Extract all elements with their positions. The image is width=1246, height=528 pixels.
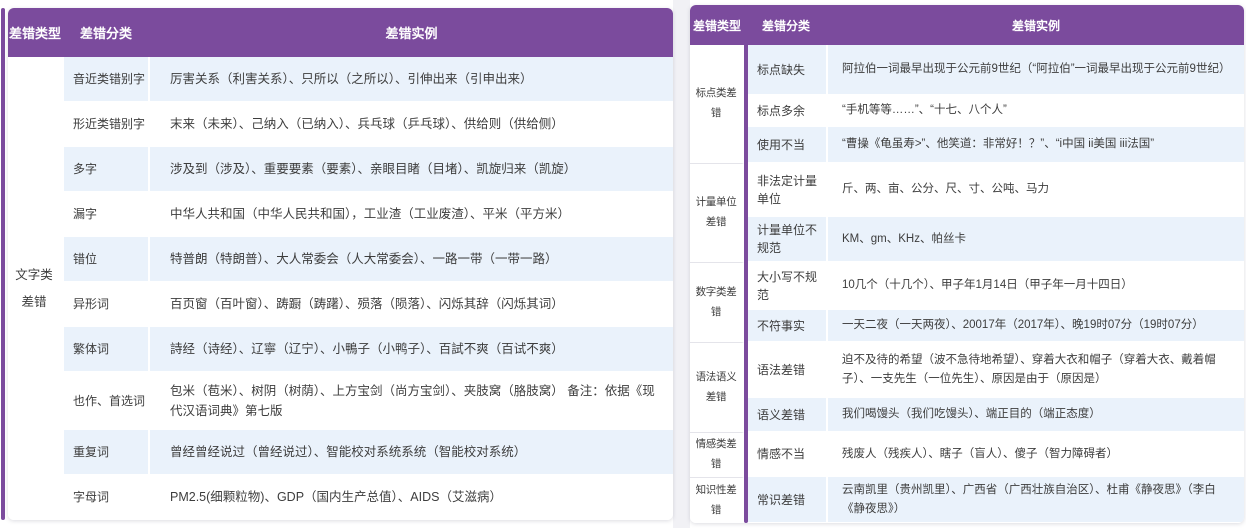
error-type-cell: 情感类差错 bbox=[690, 432, 744, 477]
table-row: 标点类差错 标点缺失 阿拉伯一词最早出现于公元前9世纪（“阿拉伯”一词最早出现于… bbox=[690, 45, 1244, 95]
left-col-header-type: 差错类型 bbox=[8, 8, 62, 57]
table-row: 不符事实 一天二夜（一天两夜）、20017年（2017年）、晚19时07分（19… bbox=[690, 310, 1244, 342]
example-cell: 曾经曾经说过（曾经说过）、智能校对系统系统（智能校对系统） bbox=[150, 430, 673, 475]
example-cell: 阿拉伯一词最早出现于公元前9世纪（“阿拉伯”一词最早出现于公元前9世纪） bbox=[828, 45, 1244, 95]
category-cell: 异形词 bbox=[62, 282, 150, 327]
example-cell: 百页窗（百叶窗）、踌蹰（踌躇）、殒落（陨落）、闪烁其辞（闪烁其词） bbox=[150, 282, 673, 327]
right-col-header-category: 差错分类 bbox=[744, 5, 828, 45]
category-cell: 多字 bbox=[62, 147, 150, 192]
left-col-header-example: 差错实例 bbox=[150, 8, 673, 57]
example-cell: 残废人（残疾人）、瞎子（盲人）、傻子（智力障碍者） bbox=[828, 432, 1244, 477]
example-cell: 涉及到（涉及）、重要要素（要素）、亲眼目睹（目堵）、凯旋归来（凯旋） bbox=[150, 147, 673, 192]
category-cell: 错位 bbox=[62, 237, 150, 282]
error-type-cell: 标点类差错 bbox=[690, 45, 744, 163]
example-cell: “手机等等……”、“十七、八个人” bbox=[828, 95, 1244, 127]
example-cell: 詩经（诗经）、辽寧（辽宁）、小鴨子（小鸭子）、百試不爽（百试不爽） bbox=[150, 327, 673, 372]
example-cell: 我们喝馒头（我们吃馒头）、端正目的（端正态度） bbox=[828, 398, 1244, 432]
right-col-header-type: 差错类型 bbox=[690, 5, 744, 45]
category-cell: 标点缺失 bbox=[744, 45, 828, 95]
category-cell: 繁体词 bbox=[62, 327, 150, 372]
table-row: 繁体词 詩经（诗经）、辽寧（辽宁）、小鴨子（小鸭子）、百試不爽（百试不爽） bbox=[8, 327, 673, 372]
error-tables-page: { "colors": { "accent_purple": "#7b4b9d"… bbox=[0, 0, 1246, 528]
category-cell: 音近类错别字 bbox=[62, 57, 150, 102]
example-cell: 斤、两、亩、公分、尺、寸、公吨、马力 bbox=[828, 163, 1244, 217]
category-cell: 也作、首选词 bbox=[62, 372, 150, 430]
table-row: 数字类差错 大小写不规范 10几个（十几个）、甲子年1月14日（甲子年一月十四日… bbox=[690, 262, 1244, 310]
error-type-cell: 语法语义差错 bbox=[690, 342, 744, 432]
error-type-cell: 计量单位差错 bbox=[690, 163, 744, 262]
table-row: 文字类差错 音近类错别字 厉害关系（利害关系）、只所以（之所以）、引伸出来（引申… bbox=[8, 57, 673, 102]
table-row: 计量单位不规范 KM、gm、KHz、帕丝卡 bbox=[690, 217, 1244, 262]
example-cell: KM、gm、KHz、帕丝卡 bbox=[828, 217, 1244, 262]
table-gap bbox=[673, 0, 690, 528]
table-row: 语义差错 我们喝馒头（我们吃馒头）、端正目的（端正态度） bbox=[690, 398, 1244, 432]
left-col-header-category: 差错分类 bbox=[62, 8, 150, 57]
example-cell: 一天二夜（一天两夜）、20017年（2017年）、晚19时07分（19时07分） bbox=[828, 310, 1244, 342]
grouped-errors-table: 差错类型 差错分类 差错实例 标点类差错 标点缺失 阿拉伯一词最早出现于公元前9… bbox=[690, 5, 1244, 523]
category-cell: 大小写不规范 bbox=[744, 262, 828, 310]
error-type-cell: 数字类差错 bbox=[690, 262, 744, 342]
example-cell: 包米（苞米）、树阴（树荫）、上方宝剑（尚方宝剑）、夹肢窝（胳肢窝） 备注：依据《… bbox=[150, 372, 673, 430]
example-cell: 迫不及待的希望（波不急待地希望）、穿着大衣和帽子（穿着大衣、戴着帽子）、一支先生… bbox=[828, 342, 1244, 398]
category-cell: 使用不当 bbox=[744, 127, 828, 163]
text-errors-table: 差错类型 差错分类 差错实例 文字类差错 音近类错别字 厉害关系（利害关系）、只… bbox=[8, 8, 673, 520]
example-cell: 10几个（十几个）、甲子年1月14日（甲子年一月十四日） bbox=[828, 262, 1244, 310]
right-table-header-row: 差错类型 差错分类 差错实例 bbox=[690, 5, 1244, 45]
left-table-header-row: 差错类型 差错分类 差错实例 bbox=[8, 8, 673, 57]
category-cell: 漏字 bbox=[62, 192, 150, 237]
category-cell: 标点多余 bbox=[744, 95, 828, 127]
table-row: 重复词 曾经曾经说过（曾经说过）、智能校对系统系统（智能校对系统） bbox=[8, 430, 673, 475]
left-accent-bar bbox=[1, 8, 5, 520]
table-row: 计量单位差错 非法定计量单位 斤、两、亩、公分、尺、寸、公吨、马力 bbox=[690, 163, 1244, 217]
category-cell: 语法差错 bbox=[744, 342, 828, 398]
table-row: 使用不当 “曹操《龟虽寿>”、他笑道：非常好！？”、“i中国 ii美国 iii法… bbox=[690, 127, 1244, 163]
table-row: 也作、首选词 包米（苞米）、树阴（树荫）、上方宝剑（尚方宝剑）、夹肢窝（胳肢窝）… bbox=[8, 372, 673, 430]
table-row: 标点多余 “手机等等……”、“十七、八个人” bbox=[690, 95, 1244, 127]
example-cell: 中华人共和国（中华人民共和国），工业渣（工业废渣）、平米（平方米） bbox=[150, 192, 673, 237]
category-cell: 非法定计量单位 bbox=[744, 163, 828, 217]
example-cell: PM2.5(细颗粒物)、GDP（国内生产总值）、AIDS（艾滋病） bbox=[150, 475, 673, 520]
right-accent-bar bbox=[744, 5, 748, 523]
text-errors-table-card: 差错类型 差错分类 差错实例 文字类差错 音近类错别字 厉害关系（利害关系）、只… bbox=[8, 8, 673, 520]
category-cell: 语义差错 bbox=[744, 398, 828, 432]
grouped-errors-table-card: 差错类型 差错分类 差错实例 标点类差错 标点缺失 阿拉伯一词最早出现于公元前9… bbox=[690, 5, 1244, 523]
category-cell: 常识差错 bbox=[744, 477, 828, 523]
table-row: 字母词 PM2.5(细颗粒物)、GDP（国内生产总值）、AIDS（艾滋病） bbox=[8, 475, 673, 520]
table-row: 形近类错别字 末来（未来）、己纳入（已纳入）、兵乓球（乒乓球）、供给则（供给侧） bbox=[8, 102, 673, 147]
category-cell: 形近类错别字 bbox=[62, 102, 150, 147]
table-row: 漏字 中华人共和国（中华人民共和国），工业渣（工业废渣）、平米（平方米） bbox=[8, 192, 673, 237]
category-cell: 情感不当 bbox=[744, 432, 828, 477]
table-row: 异形词 百页窗（百叶窗）、踌蹰（踌躇）、殒落（陨落）、闪烁其辞（闪烁其词） bbox=[8, 282, 673, 327]
example-cell: 末来（未来）、己纳入（已纳入）、兵乓球（乒乓球）、供给则（供给侧） bbox=[150, 102, 673, 147]
error-type-cell: 知识性差错 bbox=[690, 477, 744, 523]
table-row: 情感类差错 情感不当 残废人（残疾人）、瞎子（盲人）、傻子（智力障碍者） bbox=[690, 432, 1244, 477]
category-cell: 计量单位不规范 bbox=[744, 217, 828, 262]
category-cell: 不符事实 bbox=[744, 310, 828, 342]
table-row: 多字 涉及到（涉及）、重要要素（要素）、亲眼目睹（目堵）、凯旋归来（凯旋） bbox=[8, 147, 673, 192]
category-cell: 重复词 bbox=[62, 430, 150, 475]
table-row: 错位 特普朗（特朗普）、大人常委会（人大常委会）、一路一带（一带一路） bbox=[8, 237, 673, 282]
example-cell: 厉害关系（利害关系）、只所以（之所以）、引伸出来（引申出来） bbox=[150, 57, 673, 102]
right-col-header-example: 差错实例 bbox=[828, 5, 1244, 45]
example-cell: 云南凯里（贵州凯里）、广西省（广西壮族自治区）、杜甫《静夜思》（李白《静夜思》） bbox=[828, 477, 1244, 523]
example-cell: 特普朗（特朗普）、大人常委会（人大常委会）、一路一带（一带一路） bbox=[150, 237, 673, 282]
example-cell: “曹操《龟虽寿>”、他笑道：非常好！？”、“i中国 ii美国 iii法国” bbox=[828, 127, 1244, 163]
category-cell: 字母词 bbox=[62, 475, 150, 520]
table-row: 知识性差错 常识差错 云南凯里（贵州凯里）、广西省（广西壮族自治区）、杜甫《静夜… bbox=[690, 477, 1244, 523]
error-type-cell: 文字类差错 bbox=[8, 57, 62, 520]
table-row: 语法语义差错 语法差错 迫不及待的希望（波不急待地希望）、穿着大衣和帽子（穿着大… bbox=[690, 342, 1244, 398]
